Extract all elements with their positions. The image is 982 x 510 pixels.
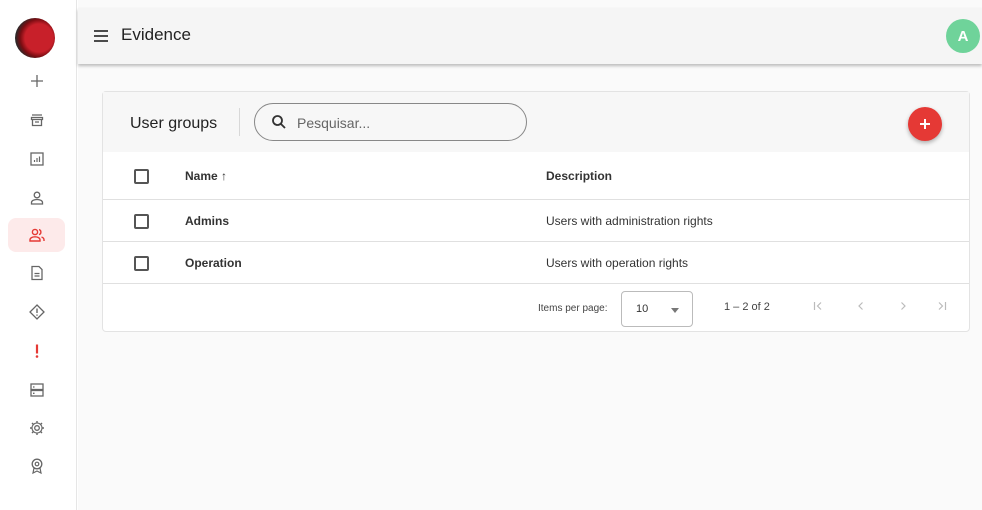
archive-icon [30, 114, 43, 127]
search-placeholder: Pesquisar... [297, 115, 371, 131]
sidebar-item-settings[interactable] [8, 411, 65, 445]
add-group-button[interactable] [908, 107, 942, 141]
document-icon [30, 265, 43, 281]
sidebar-item-incidents[interactable] [8, 295, 65, 329]
row-checkbox[interactable] [134, 214, 149, 229]
row-checkbox[interactable] [134, 256, 149, 271]
page-size-select[interactable]: 10 [621, 291, 693, 327]
table-row[interactable]: Operation Users with operation rights [103, 242, 969, 284]
sidebar-item-reports[interactable] [8, 142, 65, 176]
server-icon [29, 383, 44, 397]
column-header-description[interactable]: Description [546, 169, 612, 183]
sidebar-item-alerts[interactable] [8, 334, 65, 368]
exclamation-icon [35, 344, 38, 358]
user-icon [30, 191, 43, 205]
warning-diamond-icon [28, 304, 45, 320]
last-page-button[interactable] [934, 298, 950, 314]
plus-icon [920, 119, 930, 129]
sidebar-item-certificates[interactable] [8, 449, 65, 483]
items-per-page-label: Items per page: [538, 303, 608, 314]
report-chart-icon [29, 152, 44, 166]
search-icon [272, 115, 286, 129]
sidebar-item-user-groups[interactable] [8, 218, 65, 252]
menu-icon[interactable] [92, 26, 110, 46]
first-page-button[interactable] [810, 298, 826, 314]
paginator: Items per page: 10 1 – 2 of 2 [103, 284, 969, 332]
group-description: Users with administration rights [546, 214, 713, 228]
sidebar-item-users[interactable] [8, 181, 65, 215]
chevron-left-icon [858, 302, 863, 310]
next-page-button[interactable] [895, 298, 911, 314]
app-logo[interactable] [15, 18, 55, 58]
page-title: Evidence [121, 25, 191, 44]
group-name: Admins [185, 214, 230, 228]
avatar[interactable]: A [946, 19, 980, 53]
page-size-value: 10 [636, 303, 649, 315]
sidebar-item-documents[interactable] [8, 256, 65, 290]
sidebar-item-add[interactable] [8, 64, 65, 98]
badge-icon [31, 458, 42, 475]
column-header-name[interactable]: Name ↑ [185, 169, 227, 183]
search-input[interactable]: Pesquisar... [254, 103, 527, 141]
group-description: Users with operation rights [546, 256, 689, 270]
table-header: Name ↑ Description [103, 152, 969, 200]
sidebar-item-archive[interactable] [8, 103, 65, 137]
last-page-icon [938, 302, 947, 310]
first-page-icon [813, 302, 822, 310]
previous-page-button[interactable] [853, 298, 869, 314]
card-title: User groups [130, 115, 218, 132]
sidebar [0, 0, 77, 510]
user-groups-card: User groups Pesquisar... Name ↑ Descript… [102, 91, 970, 332]
table-row[interactable]: Admins Users with administration rights [103, 200, 969, 242]
card-header: User groups Pesquisar... [103, 92, 969, 152]
select-all-checkbox[interactable] [134, 169, 149, 184]
top-bar: Evidence A [78, 8, 982, 64]
plus-icon [30, 75, 43, 87]
sidebar-item-servers[interactable] [8, 373, 65, 407]
main-content: Evidence A User groups Pesquisar... Name… [78, 0, 982, 510]
header-divider [239, 108, 240, 136]
page-range-label: 1 – 2 of 2 [724, 301, 770, 313]
chevron-right-icon [901, 302, 906, 310]
group-name: Operation [185, 256, 242, 270]
gear-icon [29, 421, 44, 435]
chevron-down-icon [671, 308, 679, 313]
user-group-icon [28, 228, 45, 242]
